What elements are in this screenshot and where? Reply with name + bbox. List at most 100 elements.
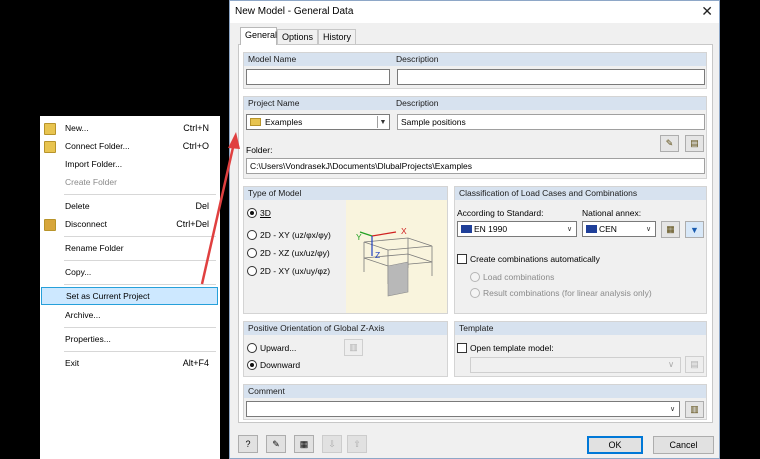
menu-item-properties[interactable]: Properties... <box>40 330 220 348</box>
type-of-model-header: Type of Model <box>244 187 447 200</box>
menu-item-copy[interactable]: Copy... <box>40 263 220 281</box>
context-menu: New... Ctrl+N Connect Folder... Ctrl+O I… <box>40 116 220 459</box>
z-downward-label: Downward <box>260 360 301 370</box>
folder-path-field: C:\Users\VondrasekJ\Documents\DlubalProj… <box>246 158 705 174</box>
open-template-label: Open template model: <box>470 343 554 353</box>
project-name-select[interactable]: Examples ▼ <box>246 114 390 130</box>
load-combinations-radio[interactable] <box>470 272 480 282</box>
units-icon[interactable]: ▦ <box>294 435 314 453</box>
eu-flag-icon <box>586 225 597 233</box>
menu-separator <box>64 236 216 237</box>
menu-item-delete[interactable]: Delete Del <box>40 197 220 215</box>
model-type-2d-xy-label: 2D - XY (uz/φx/φy) <box>260 230 331 240</box>
standard-select[interactable]: EN 1990 ∨ <box>457 221 577 237</box>
dialog-titlebar: New Model - General Data ✕ <box>230 1 719 23</box>
load-combinations-label: Load combinations <box>483 272 555 282</box>
classification-header: Classification of Load Cases and Combina… <box>455 187 706 200</box>
standard-label: According to Standard: <box>457 208 544 218</box>
axis-y-label: Y <box>356 232 362 242</box>
help-icon[interactable]: ? <box>238 435 258 453</box>
classification-group: Classification of Load Cases and Combina… <box>454 186 707 314</box>
close-icon[interactable]: ✕ <box>701 3 713 20</box>
connect-folder-icon <box>44 141 56 153</box>
3d-frame-preview-icon <box>359 231 433 297</box>
annex-settings-icon[interactable]: ▦ <box>661 221 680 238</box>
model-name-group: Model Name Description <box>243 52 707 89</box>
menu-item-create-folder: Create Folder <box>65 177 117 187</box>
model-type-preview: X Y Z <box>346 200 447 313</box>
tab-history[interactable]: History <box>318 29 356 44</box>
z-upward-radio[interactable] <box>247 343 257 353</box>
create-combinations-checkbox[interactable] <box>457 254 467 264</box>
project-description-label: Description <box>396 98 439 108</box>
z-axis-settings-icon[interactable]: ▥ <box>344 339 363 356</box>
national-annex-label: National annex: <box>582 208 642 218</box>
menu-item-exit[interactable]: Exit Alt+F4 <box>40 354 220 372</box>
model-type-2d-xy-radio[interactable] <box>247 230 257 240</box>
result-combinations-radio[interactable] <box>470 288 480 298</box>
cancel-button[interactable]: Cancel <box>653 436 714 454</box>
z-upward-label: Upward... <box>260 343 297 353</box>
menu-separator <box>64 260 216 261</box>
project-name-label: Project Name <box>248 98 300 108</box>
template-browse-icon[interactable]: ▤ <box>685 356 704 373</box>
comment-group: Comment ∨ ▥ <box>243 384 707 420</box>
menu-item-rename-folder[interactable]: Rename Folder <box>40 239 220 257</box>
template-group: Template Open template model: ∨ ▤ <box>454 321 707 377</box>
model-description-input[interactable] <box>397 69 705 85</box>
model-description-label: Description <box>396 54 439 64</box>
z-downward-radio[interactable] <box>247 360 257 370</box>
axis-x-label: X <box>401 226 407 236</box>
export-icon[interactable]: ⇧ <box>347 435 367 453</box>
edit-notes-icon[interactable]: ✎ <box>266 435 286 453</box>
menu-separator <box>64 284 216 285</box>
folder-label: Folder: <box>246 145 273 155</box>
chevron-down-icon: ∨ <box>566 226 573 233</box>
new-model-dialog: New Model - General Data ✕ General Optio… <box>229 0 720 459</box>
menu-separator <box>64 351 216 352</box>
eu-flag-icon <box>461 225 472 233</box>
comment-edit-icon[interactable]: ▥ <box>685 401 704 418</box>
menu-item-import-folder[interactable]: Import Folder... <box>40 155 220 173</box>
menu-separator <box>64 327 216 328</box>
project-group: Project Name Description Examples ▼ Samp… <box>243 96 707 179</box>
folder-icon <box>250 118 261 126</box>
z-axis-group: Positive Orientation of Global Z-Axis Up… <box>243 321 448 377</box>
result-combinations-label: Result combinations (for linear analysis… <box>483 288 652 298</box>
menu-item-archive[interactable]: Archive... <box>40 306 220 324</box>
comment-header: Comment <box>244 385 706 398</box>
model-name-input[interactable] <box>246 69 390 85</box>
chevron-down-icon: ∨ <box>668 359 675 369</box>
open-template-checkbox[interactable] <box>457 343 467 353</box>
chevron-down-icon: ∨ <box>645 226 652 233</box>
project-properties-icon[interactable]: ▤ <box>685 135 704 152</box>
comment-input[interactable]: ∨ <box>246 401 680 417</box>
menu-item-connect-folder[interactable]: Connect Folder... Ctrl+O <box>40 137 220 155</box>
chevron-down-icon: ∨ <box>669 406 676 413</box>
menu-item-new[interactable]: New... Ctrl+N <box>40 119 220 137</box>
model-type-3d-radio[interactable] <box>247 208 257 218</box>
model-type-2d-xy-plane-label: 2D - XY (ux/uy/φz) <box>260 266 331 276</box>
menu-item-disconnect[interactable]: Disconnect Ctrl+Del <box>40 215 220 233</box>
menu-item-set-current-project[interactable]: Set as Current Project <box>41 287 218 305</box>
project-manager-icon[interactable]: ✎ <box>660 135 679 152</box>
model-name-label: Model Name <box>248 54 297 64</box>
filter-icon[interactable]: ▼ <box>685 221 704 238</box>
model-type-3d-label: 3D <box>260 208 271 218</box>
template-model-select[interactable] <box>470 357 681 373</box>
model-type-2d-xy-plane-radio[interactable] <box>247 266 257 276</box>
chevron-down-icon: ▼ <box>377 116 388 128</box>
ok-button[interactable]: OK <box>587 436 643 454</box>
tab-options[interactable]: Options <box>277 29 318 44</box>
tab-general[interactable]: General <box>240 27 277 45</box>
model-type-2d-xz-label: 2D - XZ (ux/uz/φy) <box>260 248 330 258</box>
import-icon[interactable]: ⇩ <box>322 435 342 453</box>
create-combinations-label: Create combinations automatically <box>470 254 600 264</box>
national-annex-select[interactable]: CEN ∨ <box>582 221 656 237</box>
z-axis-header: Positive Orientation of Global Z-Axis <box>244 322 447 335</box>
model-type-2d-xz-radio[interactable] <box>247 248 257 258</box>
axis-z-label: Z <box>375 250 381 260</box>
new-folder-icon <box>44 123 56 135</box>
disconnect-icon <box>44 219 56 231</box>
dialog-title: New Model - General Data <box>235 6 354 17</box>
